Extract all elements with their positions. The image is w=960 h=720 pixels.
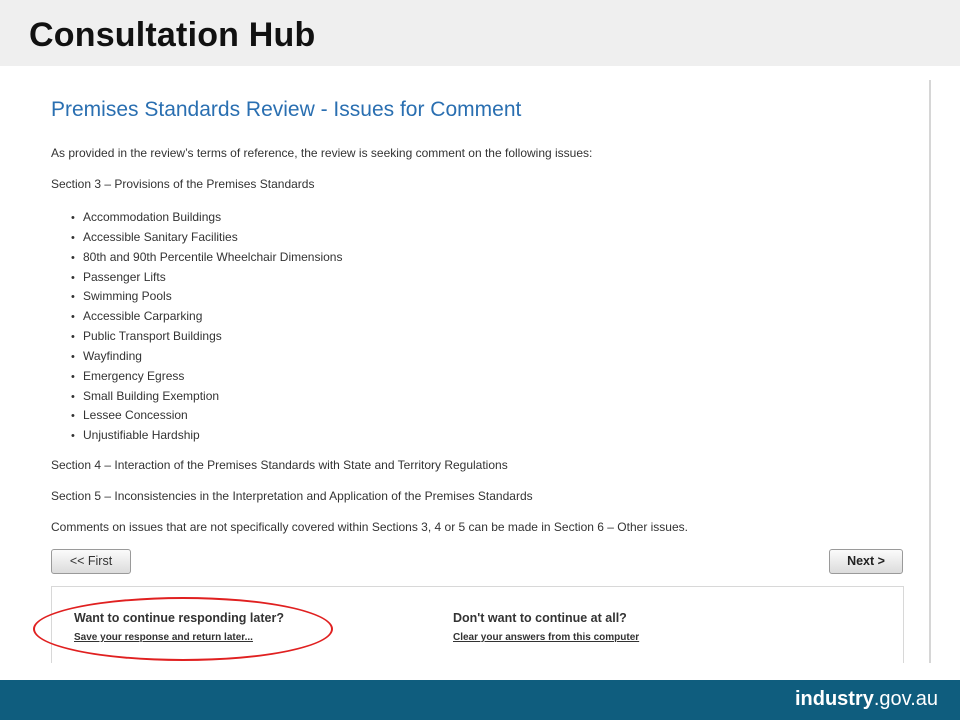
next-page-button[interactable]: Next > (829, 549, 903, 574)
list-item: • Accessible Carparking (71, 309, 203, 324)
clear-answers-link[interactable]: Clear your answers from this computer (453, 632, 639, 643)
list-item: • Small Building Exemption (71, 388, 220, 403)
list-item: • Accommodation Buildings (71, 210, 222, 224)
first-page-button[interactable]: << First (51, 549, 131, 574)
section-4-heading: Section 4 – Interaction of the Premises … (51, 458, 508, 472)
list-item: • Accessible Sanitary Facilities (71, 229, 238, 244)
list-item: • 80th and 90th Percentile Wheelchair Dim… (71, 249, 343, 264)
footer-logo: industry.gov.au (794, 688, 938, 710)
list-item: • Unjustifiable Hardship (71, 428, 200, 443)
page-right-border (929, 80, 931, 663)
list-item: • Emergency Egress (71, 368, 185, 383)
top-banner: Consultation Hub (0, 0, 960, 66)
stop-heading: Don't want to continue at all? (453, 611, 627, 625)
footer-bar: industry.gov.au (0, 680, 960, 720)
section-5-heading: Section 5 – Inconsistencies in the Inter… (51, 489, 533, 503)
list-item: • Lessee Concession (71, 408, 188, 423)
red-highlight-ellipse (33, 597, 333, 661)
section-3-heading: Section 3 – Provisions of the Premises S… (51, 177, 315, 191)
intro-text: As provided in the review’s terms of ref… (51, 146, 593, 160)
comments-note: Comments on issues that are not specific… (51, 520, 688, 534)
list-item: • Public Transport Buildings (71, 329, 222, 344)
page-title: Premises Standards Review - Issues for C… (51, 98, 522, 121)
issues-list: • Accommodation Buildings • Accessible San… (71, 208, 342, 446)
list-item: • Passenger Lifts (71, 269, 166, 284)
hub-title: Consultation Hub (29, 16, 316, 54)
list-item: • Swimming Pools (71, 289, 172, 304)
list-item: • Wayfinding (71, 348, 142, 363)
